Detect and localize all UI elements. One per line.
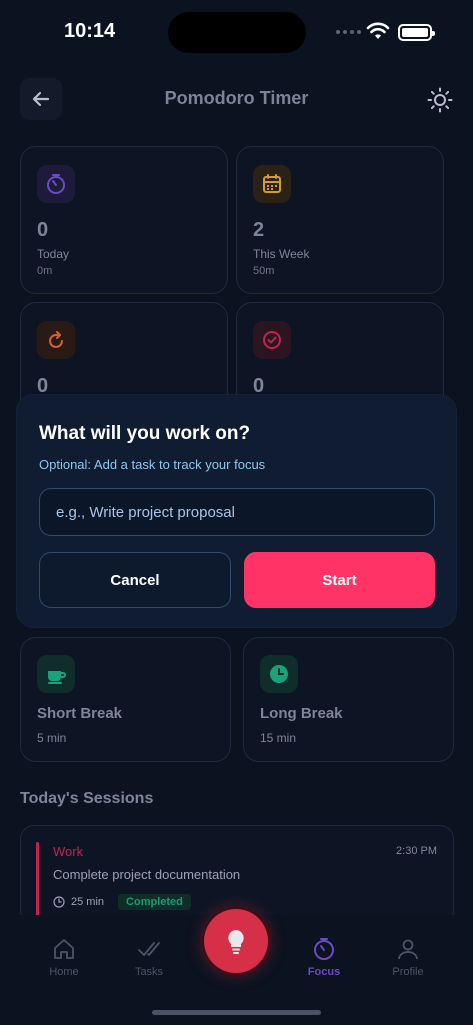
- status-time: 10:14: [64, 20, 116, 42]
- break-title: Long Break: [260, 705, 343, 722]
- coffee-icon: [48, 671, 66, 684]
- session-meta: 25 min Completed: [53, 894, 191, 910]
- stat-icon-box: [37, 321, 75, 359]
- timer-icon: [314, 938, 334, 960]
- calendar-icon: [263, 174, 281, 193]
- cancel-button[interactable]: Cancel: [39, 552, 231, 608]
- stat-icon-box: [37, 165, 75, 203]
- lightbulb-icon: [228, 930, 244, 954]
- tab-home[interactable]: Home: [24, 937, 104, 978]
- stat-icon-box: [253, 165, 291, 203]
- signal-icon: [336, 30, 361, 34]
- wifi-icon: [366, 22, 390, 39]
- dialog-subtitle: Optional: Add a task to track your focus: [39, 457, 266, 472]
- dialog-title: What will you work on?: [39, 423, 251, 444]
- sun-icon: [427, 87, 453, 113]
- session-time: 2:30 PM: [396, 845, 437, 857]
- user-icon: [398, 939, 418, 960]
- short-break-card[interactable]: Short Break 5 min: [20, 637, 231, 762]
- battery-icon: [398, 24, 435, 41]
- clock-icon: [53, 896, 65, 908]
- stat-label: This Week: [253, 247, 310, 261]
- sessions-heading: Today's Sessions: [20, 790, 154, 807]
- theme-toggle-button[interactable]: [424, 84, 456, 116]
- break-duration: 15 min: [260, 731, 297, 745]
- tab-label: Profile: [392, 966, 424, 978]
- break-icon-box: [37, 655, 75, 693]
- status-badge: Completed: [118, 894, 191, 910]
- tab-tasks[interactable]: Tasks: [109, 937, 189, 978]
- check-circle-icon: [263, 331, 281, 349]
- stat-card-today: 0 Today 0m: [20, 146, 228, 294]
- session-type: Work: [53, 844, 84, 859]
- app-bar: Pomodoro Timer: [0, 76, 473, 122]
- stat-label: Today: [37, 247, 70, 261]
- session-accent-bar: [36, 842, 39, 922]
- task-input[interactable]: [39, 488, 435, 536]
- home-indicator: [152, 1010, 321, 1015]
- home-icon: [54, 939, 74, 959]
- refresh-icon: [49, 331, 63, 348]
- tab-label: Focus: [307, 966, 341, 978]
- tab-bar: Home Tasks Focus Profile: [0, 909, 473, 1025]
- tab-label: Home: [49, 966, 79, 978]
- tab-profile[interactable]: Profile: [368, 937, 448, 978]
- session-duration: 25 min: [71, 896, 105, 908]
- break-title: Short Break: [37, 705, 123, 722]
- stat-icon-box: [253, 321, 291, 359]
- stat-value: 0: [37, 219, 49, 241]
- break-duration: 5 min: [37, 731, 67, 745]
- task-prompt-dialog: What will you work on? Optional: Add a t…: [16, 394, 457, 628]
- stat-subvalue: 50m: [253, 265, 275, 277]
- stat-subvalue: 0m: [37, 265, 53, 277]
- session-task: Complete project documentation: [53, 867, 241, 882]
- tab-focus[interactable]: Focus: [284, 937, 364, 978]
- status-bar: 10:14: [0, 0, 473, 62]
- checks-icon: [138, 942, 160, 956]
- timer-icon: [47, 174, 65, 194]
- page-title: Pomodoro Timer: [164, 88, 309, 108]
- clock-icon: [270, 665, 288, 683]
- start-button[interactable]: Start: [244, 552, 435, 608]
- tab-label: Tasks: [134, 966, 164, 978]
- break-icon-box: [260, 655, 298, 693]
- long-break-card[interactable]: Long Break 15 min: [243, 637, 454, 762]
- stat-value: 2: [253, 219, 265, 241]
- stat-card-week: 2 This Week 50m: [236, 146, 444, 294]
- dynamic-island: [168, 12, 306, 53]
- focus-fab-button[interactable]: [204, 909, 268, 973]
